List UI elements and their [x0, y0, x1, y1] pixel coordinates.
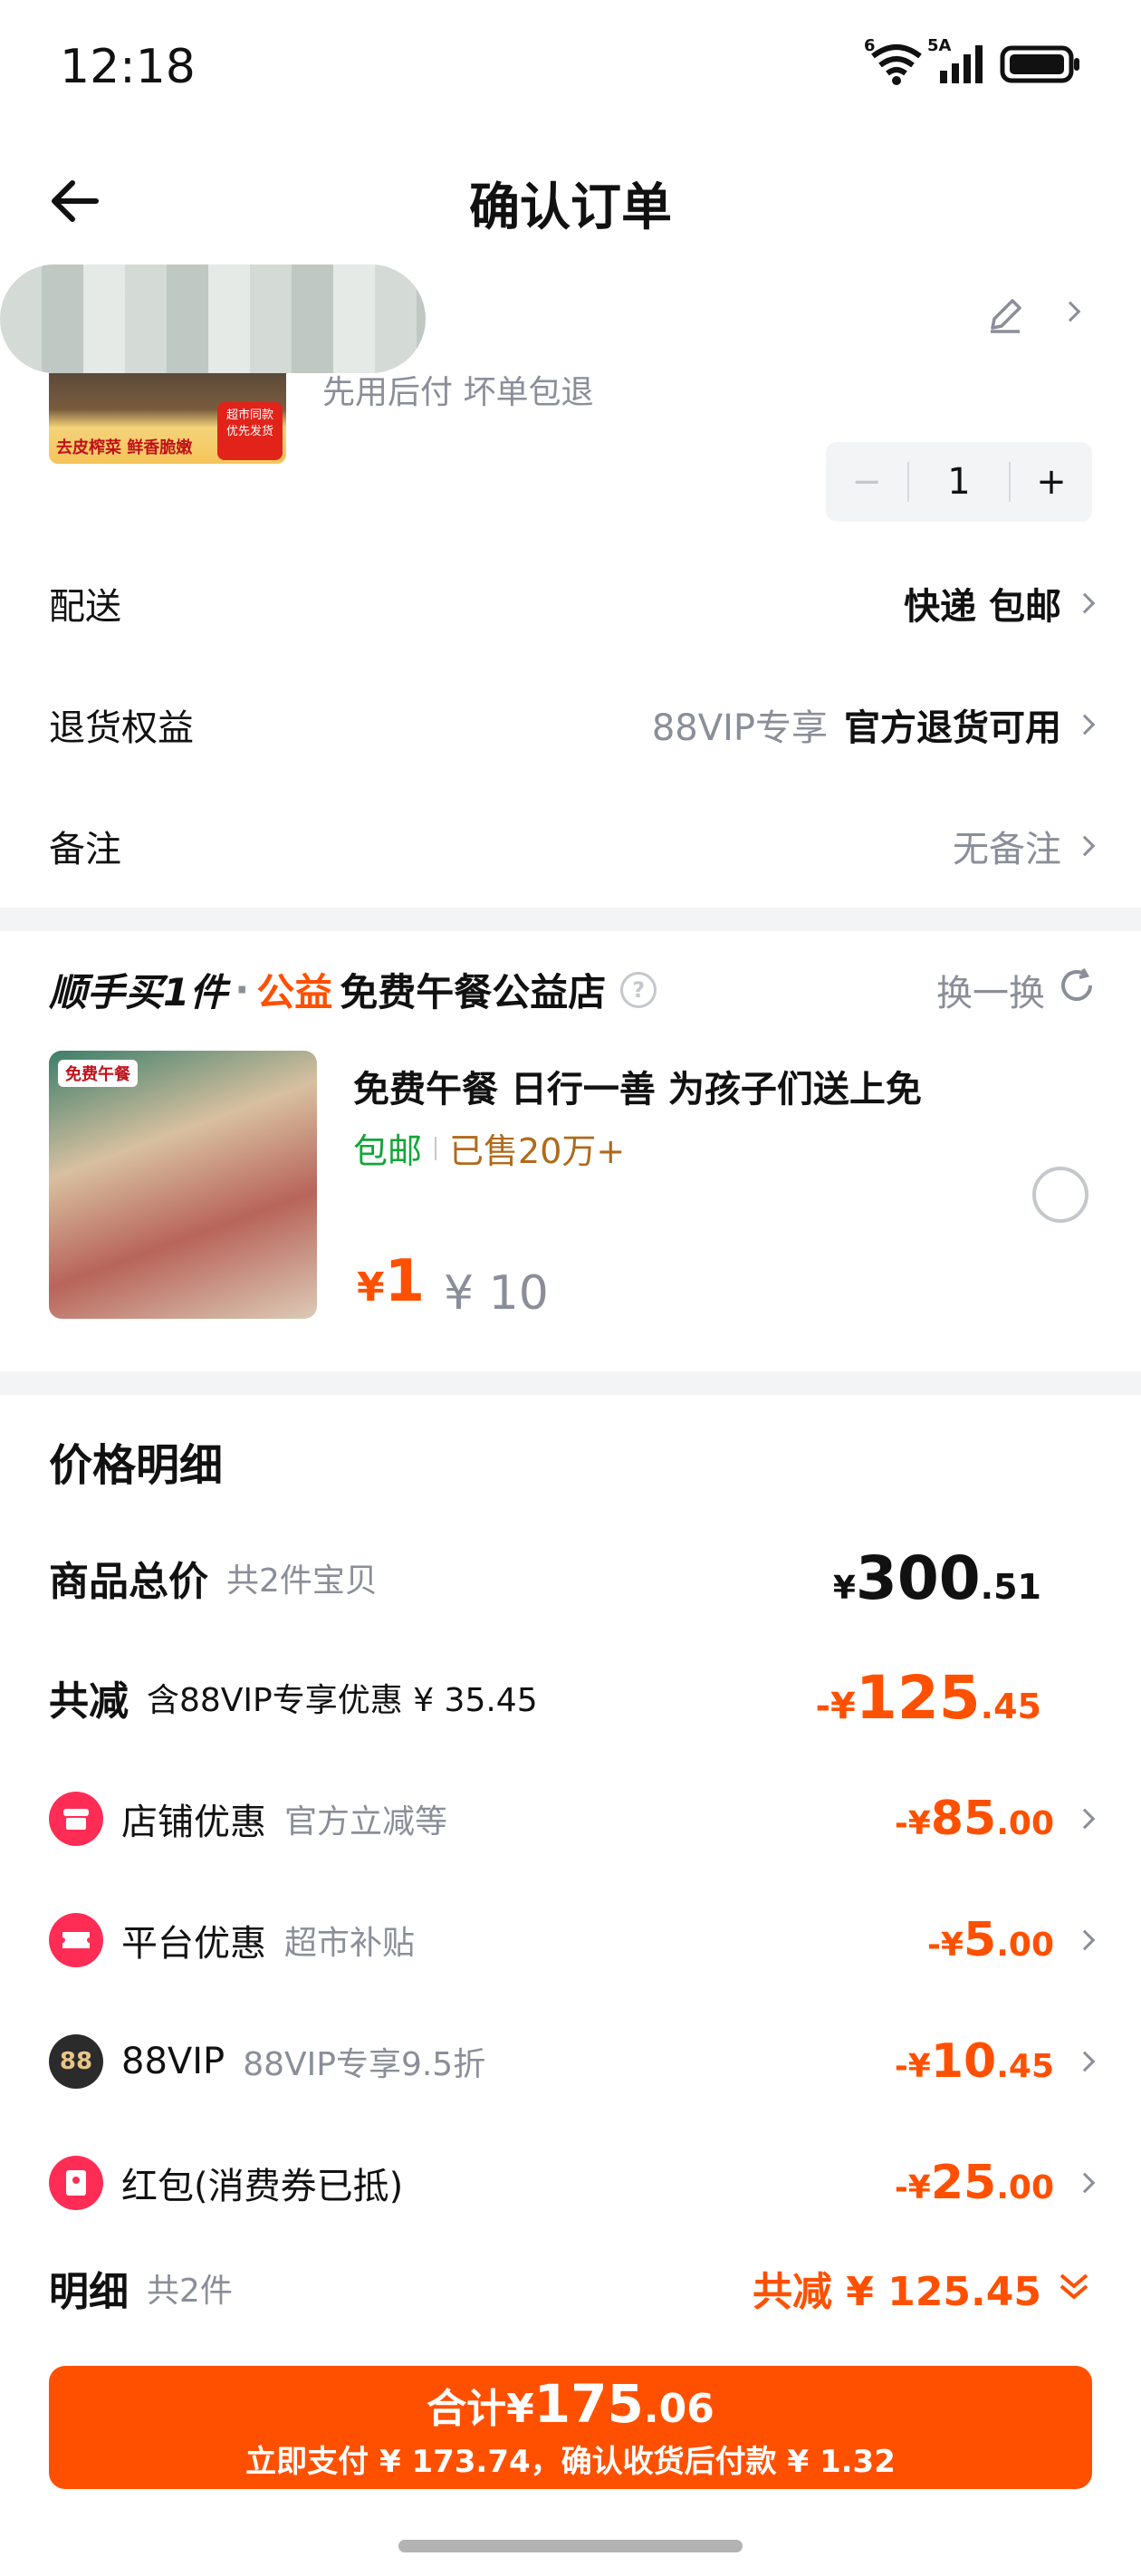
chevron-right-icon — [1074, 592, 1096, 614]
cell-badge: 5A — [927, 36, 952, 55]
vip88-icon: 88 — [49, 2034, 103, 2089]
recommend-product-title[interactable]: 免费午餐 日行一善 为孩子们送上免 — [353, 1060, 922, 1112]
reduce-label: 共减 — [49, 1678, 129, 1725]
edit-icon[interactable] — [985, 295, 1025, 335]
discount-label: 店铺优惠 — [121, 1802, 266, 1843]
total-label: 商品总价 — [49, 1559, 208, 1605]
pay-button[interactable]: 合计¥175.06 立即支付 ¥ 173.74，确认收货后付款 ¥ 1.32 — [49, 2366, 1092, 2489]
detail-summary: 共减 ¥ 125.45 — [752, 2269, 1041, 2315]
recommend-original-price: ¥ 10 — [444, 1266, 549, 1321]
section-divider — [0, 908, 1141, 931]
detail-label: 明细 — [49, 2269, 129, 2315]
quantity-stepper[interactable]: − 1 + — [826, 442, 1092, 522]
red-envelope-icon — [49, 2156, 103, 2210]
discount-row-88vip[interactable]: 88 88VIP 88VIP专享9.5折 -¥10.45 — [49, 2025, 1096, 2098]
discount-row-store[interactable]: 店铺优惠 官方立减等 -¥85.00 — [49, 1783, 1096, 1855]
note-row[interactable]: 备注 无备注 — [49, 810, 1096, 882]
discount-sub: 官方立减等 — [284, 1803, 448, 1841]
chevron-right-icon — [1074, 714, 1096, 735]
wifi-icon: 6 — [864, 36, 924, 89]
charity-tag: 公益 — [256, 970, 333, 1014]
discount-row-platform[interactable]: 平台优惠 超市补贴 -¥5.00 — [49, 1904, 1096, 1976]
returns-row[interactable]: 退货权益 88VIP专享 官方退货可用 — [49, 688, 1096, 761]
store-icon — [49, 1792, 103, 1846]
chevron-right-icon — [1074, 2172, 1096, 2194]
home-indicator[interactable] — [398, 2540, 743, 2552]
wifi-badge: 6 — [864, 36, 876, 55]
section-divider — [0, 1371, 1141, 1395]
increase-button[interactable]: + — [1011, 442, 1092, 522]
discount-label: 红包(消费券已抵) — [121, 2166, 404, 2207]
sold-count: 已售20万+ — [449, 1131, 626, 1171]
ticket-icon — [49, 1913, 103, 1967]
discount-sub: 超市补贴 — [284, 1925, 416, 1962]
status-time: 12:18 — [60, 40, 196, 94]
chevron-right-icon — [1074, 835, 1096, 857]
price-details-title: 价格明细 — [49, 1440, 224, 1491]
chevron-right-icon[interactable] — [1060, 301, 1081, 322]
switch-button[interactable]: 换一换 — [936, 964, 1096, 1016]
product-service-tags: 先用后付 坏单包退 — [322, 374, 594, 411]
detail-row[interactable]: 明细 共2件 共减 ¥ 125.45 — [49, 2252, 1092, 2324]
chevron-right-icon — [1074, 2051, 1096, 2072]
pay-total: 合计¥175.06 — [427, 2373, 714, 2435]
chevron-right-icon — [1074, 1808, 1096, 1830]
recommend-header: 顺手买1件 · 公益 免费午餐公益店 ? — [49, 962, 657, 1017]
product-image-badge: 超市同款 优先发货 — [217, 402, 283, 460]
double-chevron-down-icon — [1056, 2268, 1092, 2308]
help-icon[interactable]: ? — [620, 971, 657, 1008]
delivery-row[interactable]: 配送 快递 包邮 — [49, 567, 1096, 639]
meta-divider — [435, 1136, 437, 1160]
discount-amount: -¥10.45 — [894, 2034, 1054, 2089]
recommend-title: 顺手买1件 — [49, 970, 228, 1014]
returns-label: 退货权益 — [49, 707, 194, 749]
recommend-product-image[interactable]: 免费午餐 — [49, 1051, 317, 1319]
delivery-label: 配送 — [49, 586, 121, 628]
delivery-value: 快递 包邮 — [904, 586, 1061, 628]
discount-label: 平台优惠 — [121, 1923, 266, 1965]
discount-sub: 88VIP专享9.5折 — [243, 2046, 486, 2083]
total-price-row: 商品总价 共2件宝贝 ¥300.51 — [49, 1542, 1092, 1614]
returns-vip-prefix: 88VIP专享 — [651, 707, 828, 749]
total-sub: 共2件宝贝 — [226, 1562, 378, 1600]
discount-row-red-envelope[interactable]: 红包(消费券已抵) -¥25.00 — [49, 2147, 1096, 2219]
store-name: 免费午餐公益店 — [340, 970, 607, 1014]
select-radio[interactable] — [1032, 1167, 1088, 1223]
total-amount: ¥300.51 — [832, 1543, 1041, 1613]
recommend-price: ¥1 — [357, 1248, 426, 1315]
pay-sub: 立即支付 ¥ 173.74，确认收货后付款 ¥ 1.32 — [245, 2444, 896, 2480]
switch-label: 换一换 — [936, 973, 1045, 1014]
note-value: 无备注 — [953, 829, 1061, 870]
recommend-meta: 包邮 已售20万+ — [353, 1123, 625, 1173]
reduce-amount: -¥125.45 — [815, 1662, 1041, 1733]
free-lunch-logo: 免费午餐 — [58, 1060, 138, 1087]
detail-sub: 共2件 — [147, 2273, 233, 2310]
discount-amount: -¥25.00 — [894, 2156, 1054, 2210]
cell-signal-icon: 5A — [927, 36, 987, 89]
battery-icon — [1000, 43, 1081, 89]
note-label: 备注 — [49, 829, 121, 870]
page-title: 确认订单 — [469, 178, 672, 237]
decrease-button[interactable]: − — [826, 442, 907, 522]
returns-value: 官方退货可用 — [844, 707, 1061, 749]
discount-amount: -¥85.00 — [894, 1792, 1054, 1846]
chevron-right-icon — [1074, 1929, 1096, 1951]
refresh-icon — [1058, 966, 1096, 1014]
total-reduce-row: 共减 含88VIP专享优惠 ¥ 35.45 -¥125.45 — [49, 1661, 1092, 1734]
product-image-tag: 去皮榨菜 鲜香脆嫩 — [56, 438, 193, 457]
status-icons: 6 5A — [864, 36, 1081, 89]
quantity-value[interactable]: 1 — [907, 462, 1011, 502]
discount-label: 88VIP — [121, 2041, 225, 2082]
discount-amount: -¥5.00 — [927, 1913, 1054, 1967]
product-image[interactable]: 去皮榨菜 鲜香脆嫩 超市同款 优先发货 — [49, 373, 286, 464]
recommend-dot: · — [235, 967, 250, 1012]
free-shipping-tag: 包邮 — [353, 1131, 423, 1171]
reduce-sub: 含88VIP专享优惠 ¥ 35.45 — [147, 1682, 538, 1719]
blurred-product-name — [0, 264, 426, 373]
